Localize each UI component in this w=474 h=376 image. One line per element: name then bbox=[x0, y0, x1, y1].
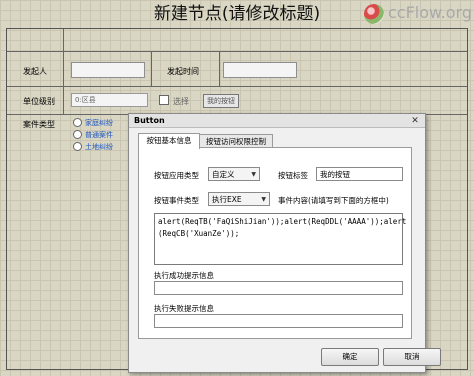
event-type-label: 按钮事件类型 bbox=[154, 196, 199, 205]
my-button[interactable]: 我的按钮 bbox=[203, 94, 239, 108]
logo-text: ccFlow.org bbox=[388, 3, 472, 22]
fail-message-label: 执行失败提示信息 bbox=[154, 304, 214, 313]
button-dialog: Button ✕ 按钮基本信息 按钮访问权限控制 按钮应用类型 自定义 ▼ 按钮… bbox=[128, 113, 441, 373]
unit-level-value: 0:区县 bbox=[75, 96, 96, 104]
column-divider bbox=[63, 29, 64, 114]
column-divider bbox=[151, 51, 152, 86]
app-type-label: 按钮应用类型 bbox=[154, 171, 199, 180]
chevron-down-icon: ▼ bbox=[261, 196, 266, 203]
cancel-button[interactable]: 取消 bbox=[383, 348, 441, 366]
close-icon[interactable]: ✕ bbox=[408, 115, 422, 127]
column-divider bbox=[219, 51, 220, 86]
row-divider bbox=[7, 86, 467, 87]
case-type-option: 土地纠纷 bbox=[85, 143, 113, 151]
case-type-label: 案件类型 bbox=[23, 120, 55, 129]
event-content-textarea[interactable]: alert(ReqTB('FaQiShiJian'));alert(ReqDDL… bbox=[154, 213, 406, 265]
fail-message-input[interactable] bbox=[154, 314, 403, 328]
success-message-input[interactable] bbox=[154, 281, 403, 295]
case-type-radio[interactable] bbox=[73, 130, 82, 139]
button-label-input[interactable]: 我的按钮 bbox=[316, 167, 403, 181]
initiator-input[interactable] bbox=[71, 62, 145, 78]
ccflow-logo: ccFlow.org bbox=[364, 2, 472, 26]
event-type-select[interactable]: 执行EXE ▼ bbox=[208, 192, 270, 206]
unit-level-label: 单位级别 bbox=[23, 97, 55, 106]
ccflow-logo-icon bbox=[364, 4, 384, 24]
select-label: 选择 bbox=[173, 97, 189, 106]
select-checkbox[interactable] bbox=[159, 95, 169, 105]
case-type-radio[interactable] bbox=[73, 118, 82, 127]
case-type-option: 家庭纠纷 bbox=[85, 119, 113, 127]
case-type-option: 普通案件 bbox=[85, 131, 113, 139]
start-time-label: 发起时间 bbox=[167, 67, 199, 76]
event-type-value: 执行EXE bbox=[212, 195, 242, 204]
initiator-label: 发起人 bbox=[23, 67, 47, 76]
chevron-down-icon: ▼ bbox=[251, 171, 256, 178]
tab-basic-info[interactable]: 按钮基本信息 bbox=[138, 133, 200, 149]
success-message-label: 执行成功提示信息 bbox=[154, 271, 214, 280]
ok-button[interactable]: 确定 bbox=[321, 348, 379, 366]
button-label-label: 按钮标签 bbox=[278, 171, 308, 180]
case-type-radio[interactable] bbox=[73, 142, 82, 151]
start-time-input[interactable] bbox=[223, 62, 297, 78]
unit-level-select[interactable]: 0:区县 bbox=[71, 93, 148, 107]
tab-panel: 按钮应用类型 自定义 ▼ 按钮标签 我的按钮 按钮事件类型 执行EXE ▼ 事件… bbox=[138, 147, 412, 339]
row-divider bbox=[7, 51, 467, 52]
app-type-value: 自定义 bbox=[212, 170, 235, 179]
app-type-select[interactable]: 自定义 ▼ bbox=[208, 167, 260, 181]
event-content-label: 事件内容(请填写到下面的方框中) bbox=[278, 196, 389, 205]
dialog-title: Button bbox=[129, 114, 425, 128]
